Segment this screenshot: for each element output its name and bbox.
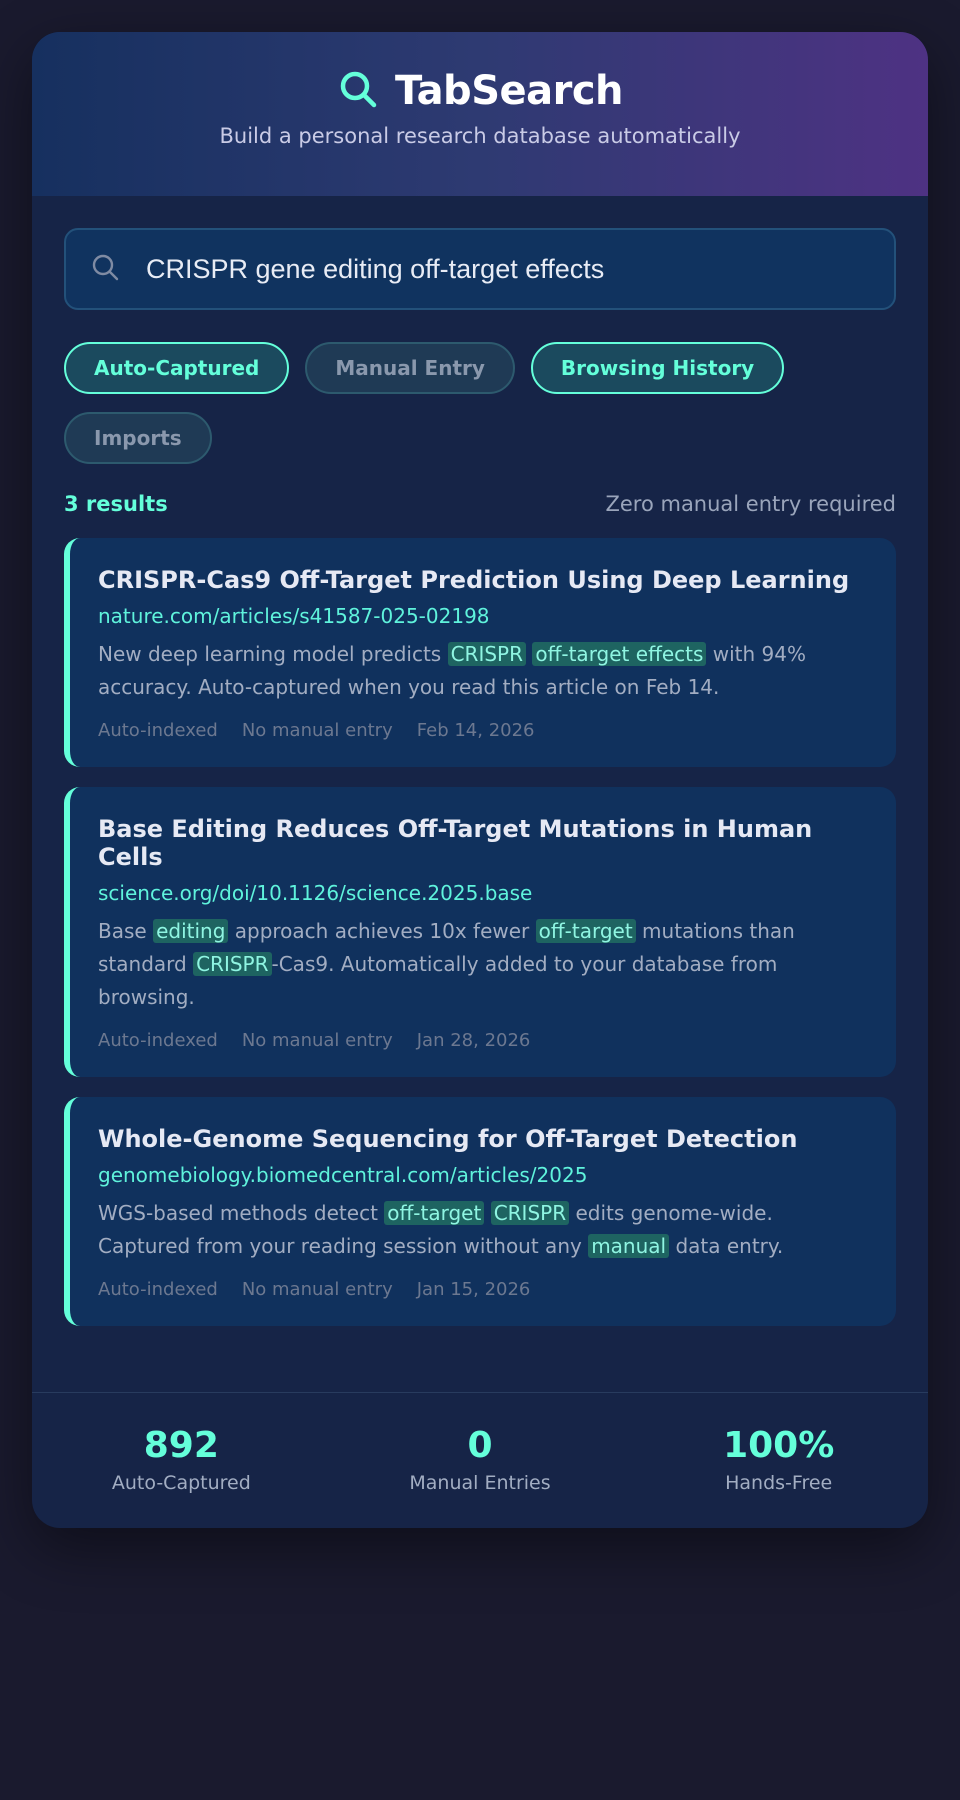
snippet-highlight: manual (588, 1234, 670, 1258)
result-snippet: New deep learning model predicts CRISPR … (98, 638, 868, 704)
result-date: Feb 14, 2026 (416, 720, 535, 741)
stat-label: Manual Entries (409, 1472, 551, 1494)
snippet-text: approach achieves 10x fewer (228, 919, 536, 943)
stat-value: 0 (467, 1425, 493, 1466)
app-title: TabSearch (394, 68, 624, 114)
result-card[interactable]: CRISPR-Cas9 Off-Target Prediction Using … (64, 538, 896, 767)
result-url[interactable]: nature.com/articles/s41587-025-02198 (98, 604, 868, 628)
snippet-text: New deep learning model predicts (98, 642, 448, 666)
filter-chip-imports[interactable]: Imports (64, 412, 212, 464)
result-url[interactable]: genomebiology.biomedcentral.com/articles… (98, 1163, 868, 1187)
result-snippet: Base editing approach achieves 10x fewer… (98, 915, 868, 1014)
results-note: Zero manual entry required (605, 492, 896, 516)
results-list: CRISPR-Cas9 Off-Target Prediction Using … (64, 538, 896, 1326)
snippet-highlight: off-target (535, 919, 636, 943)
search-bar[interactable] (64, 228, 896, 310)
app-subtitle: Build a personal research database autom… (219, 124, 741, 148)
result-tag-manual: No manual entry (241, 1279, 393, 1300)
stat-label: Hands-Free (725, 1472, 833, 1494)
result-tag-indexed: Auto-indexed (98, 1279, 218, 1300)
snippet-highlight: editing (153, 919, 229, 943)
search-icon (337, 68, 379, 114)
search-icon (90, 252, 120, 286)
results-meta: 3 results Zero manual entry required (64, 492, 896, 516)
result-tag-indexed: Auto-indexed (98, 720, 218, 741)
stat-value: 892 (143, 1425, 219, 1466)
snippet-highlight: off-target (384, 1201, 485, 1225)
result-tag-manual: No manual entry (241, 1030, 393, 1051)
result-card[interactable]: Whole-Genome Sequencing for Off-Target D… (64, 1097, 896, 1326)
stat-auto-captured: 892 Auto-Captured (32, 1393, 331, 1528)
stat-hands-free: 100% Hands-Free (629, 1393, 928, 1528)
stat-label: Auto-Captured (111, 1472, 251, 1494)
result-footer: Auto-indexed No manual entry Jan 15, 202… (98, 1279, 868, 1300)
snippet-text: Base (98, 919, 154, 943)
snippet-text (484, 1201, 490, 1225)
results-count: 3 results (64, 492, 168, 516)
snippet-highlight: CRISPR (447, 642, 526, 666)
result-date: Jan 28, 2026 (416, 1030, 531, 1051)
search-input[interactable] (144, 252, 894, 286)
snippet-text: WGS-based methods detect (98, 1201, 385, 1225)
stats-bar: 892 Auto-Captured 0 Manual Entries 100% … (32, 1392, 928, 1528)
brand: TabSearch (32, 32, 928, 114)
stat-value: 100% (723, 1425, 835, 1466)
main-content: Auto-Captured Manual Entry Browsing Hist… (32, 196, 928, 1326)
filter-chip-browsing-history[interactable]: Browsing History (530, 342, 785, 394)
app-card: TabSearch Build a personal research data… (32, 32, 928, 1528)
result-tag-manual: No manual entry (241, 720, 393, 741)
result-title[interactable]: CRISPR-Cas9 Off-Target Prediction Using … (98, 566, 868, 594)
result-title[interactable]: Whole-Genome Sequencing for Off-Target D… (98, 1125, 868, 1153)
result-footer: Auto-indexed No manual entry Feb 14, 202… (98, 720, 868, 741)
filter-chip-manual-entry[interactable]: Manual Entry (305, 342, 515, 394)
snippet-highlight: CRISPR (490, 1201, 570, 1225)
filter-chips: Auto-Captured Manual Entry Browsing Hist… (64, 342, 804, 464)
result-date: Jan 15, 2026 (416, 1279, 531, 1300)
stat-manual-entries: 0 Manual Entries (331, 1393, 630, 1528)
result-url[interactable]: science.org/doi/10.1126/science.2025.bas… (98, 881, 868, 905)
result-card[interactable]: Base Editing Reduces Off-Target Mutation… (64, 787, 896, 1077)
result-tag-indexed: Auto-indexed (98, 1030, 218, 1051)
app-header: TabSearch Build a personal research data… (32, 32, 928, 196)
result-snippet: WGS-based methods detect off-target CRIS… (98, 1197, 868, 1263)
result-footer: Auto-indexed No manual entry Jan 28, 202… (98, 1030, 868, 1051)
filter-chip-auto-captured[interactable]: Auto-Captured (64, 342, 290, 394)
snippet-text: data entry. (669, 1234, 784, 1258)
snippet-highlight: off-target effects (532, 642, 707, 666)
snippet-highlight: CRISPR (193, 952, 272, 976)
result-title[interactable]: Base Editing Reduces Off-Target Mutation… (98, 815, 868, 871)
